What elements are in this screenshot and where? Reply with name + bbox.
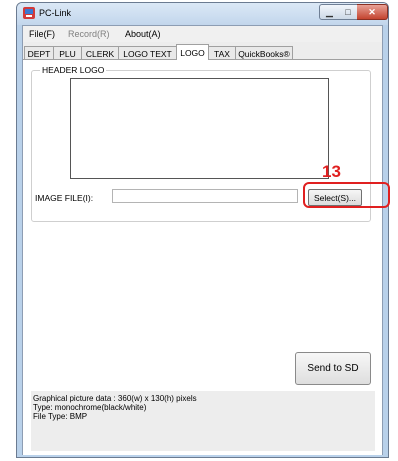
tab-dept[interactable]: DEPT <box>24 46 54 60</box>
annotation-number: 13 <box>322 162 341 181</box>
tab-clerk[interactable]: CLERK <box>81 46 119 60</box>
info-box: Graphical picture data : 360(w) x 130(h)… <box>31 391 375 451</box>
send-to-sd-button[interactable]: Send to SD <box>295 352 371 385</box>
info-line-filetype: File Type: BMP <box>33 412 88 421</box>
client-area: File(F) Record(R) About(A) DEPT PLU CLER… <box>22 25 390 455</box>
tab-plu[interactable]: PLU <box>53 46 82 60</box>
tab-strip: DEPT PLU CLERK LOGO TEXT LOGO TAX QuickB… <box>23 44 382 60</box>
tab-logo-text[interactable]: LOGO TEXT <box>118 46 177 60</box>
window-title: PC-Link <box>39 8 72 18</box>
menu-bar: File(F) Record(R) About(A) <box>23 26 382 42</box>
menu-file[interactable]: File(F) <box>29 29 55 39</box>
tab-quickbooks[interactable]: QuickBooks® <box>235 46 293 60</box>
maximize-icon: □ <box>345 7 351 17</box>
title-bar: PC-Link ▁ □ ✕ <box>17 3 388 25</box>
app-icon <box>23 7 35 19</box>
tab-tax[interactable]: TAX <box>208 46 236 60</box>
logo-panel: HEADER LOGO IMAGE FILE(I): Select(S)... … <box>23 59 390 455</box>
minimize-button[interactable]: ▁ <box>319 4 340 20</box>
close-icon: ✕ <box>368 6 376 17</box>
close-button[interactable]: ✕ <box>357 4 388 20</box>
annotation-highlight <box>303 182 390 208</box>
image-file-input[interactable] <box>112 189 298 203</box>
image-file-label: IMAGE FILE(I): <box>35 193 94 203</box>
logo-preview <box>70 78 329 179</box>
info-line-type: Type: monochrome(black/white) <box>33 403 147 412</box>
maximize-button[interactable]: □ <box>339 4 358 20</box>
app-window: PC-Link ▁ □ ✕ File(F) Record(R) About(A)… <box>16 2 390 458</box>
tab-logo[interactable]: LOGO <box>176 44 209 60</box>
header-logo-group: HEADER LOGO IMAGE FILE(I): Select(S)... … <box>31 65 390 222</box>
header-logo-label: HEADER LOGO <box>40 65 107 75</box>
menu-about[interactable]: About(A) <box>125 29 161 39</box>
minimize-icon: ▁ <box>326 6 333 17</box>
info-line-dimensions: Graphical picture data : 360(w) x 130(h)… <box>33 394 197 403</box>
menu-record[interactable]: Record(R) <box>68 29 110 39</box>
